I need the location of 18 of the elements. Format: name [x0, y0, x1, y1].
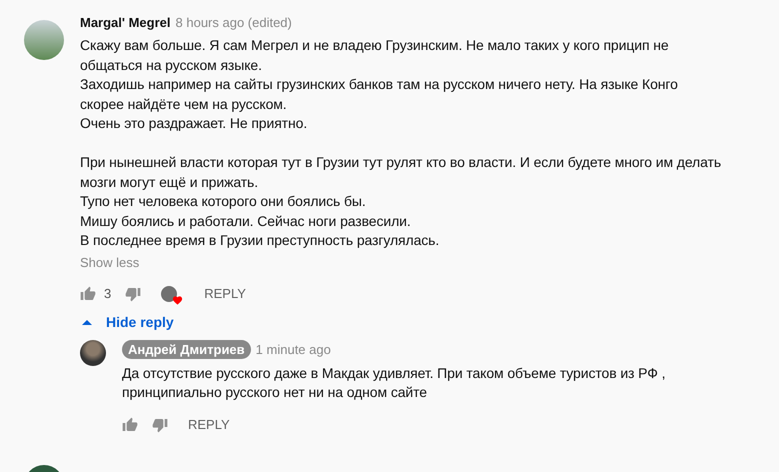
- creator-avatar: [161, 286, 178, 302]
- comment-time[interactable]: 8 hours ago (edited): [176, 14, 292, 30]
- reply-button[interactable]: REPLY: [188, 417, 230, 432]
- user-avatar[interactable]: [80, 340, 106, 366]
- thumbs-down-icon[interactable]: [125, 286, 142, 302]
- hide-replies-toggle[interactable]: Hide reply: [82, 314, 722, 330]
- comment-text: Скажу вам больше. Я сам Мегрел и не владею Грузинским. Не мало таких у кого прицип не общаться на русском языке. Заходишь например на сайты грузинских банков там на русском ничего нету. На языке Конго скорее найдёте чем на русском. Очень это раздражает. Не приятно. При нынешней власти которая тут в Грузии тут рулят кто во власти. И если будете много им делать мозги могут ещё и прижать. Тупо нет человека которого они боялись бы. Мишу боялись и работали. Сейчас ноги развесили. В последнее время в Грузии преступность разгулялась.: [80, 36, 722, 250]
- show-less-link[interactable]: Show less: [80, 254, 722, 270]
- caret-icon: [82, 318, 92, 324]
- comment-author[interactable]: Margal' Megrel: [80, 14, 171, 30]
- like-count: 3: [104, 286, 112, 301]
- thumbs-up-icon[interactable]: [80, 286, 96, 302]
- reply-time[interactable]: 1 minute ago: [256, 342, 331, 357]
- reply-text: Да отсутствие русского даже в Макдак удивляет. При таком объеме туристов из РФ , принципиально русского нет ни на одном сайте: [122, 364, 666, 402]
- thumbs-down-icon[interactable]: [152, 416, 168, 432]
- reply-author[interactable]: Андрей Дмитриев: [122, 340, 251, 359]
- thumbs-up-icon[interactable]: [122, 416, 138, 432]
- reply-button[interactable]: REPLY: [204, 286, 246, 301]
